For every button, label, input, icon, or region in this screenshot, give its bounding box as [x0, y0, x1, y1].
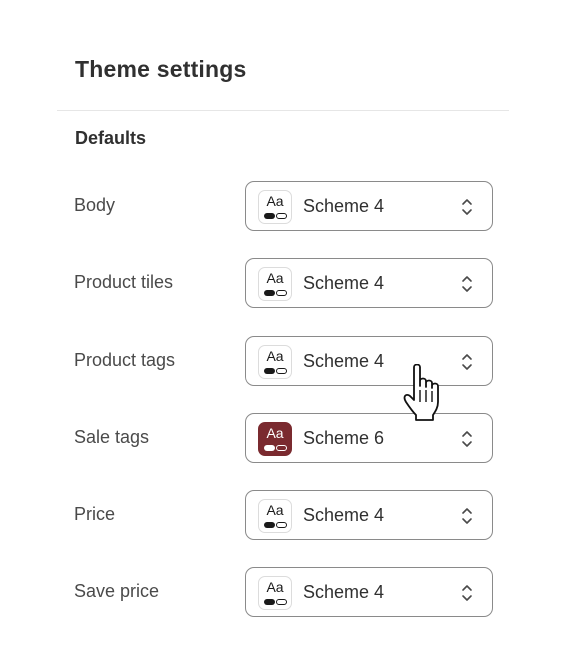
swatch-text: Aa — [266, 270, 284, 286]
swatch-text: Aa — [266, 502, 284, 518]
select-value: Scheme 6 — [303, 428, 385, 448]
select-value: Scheme 4 — [303, 351, 385, 371]
setting-label: Body — [74, 195, 116, 215]
swatch-text: Aa — [266, 579, 284, 595]
setting-row-product-tiles: Product tiles Aa Scheme 4 — [0, 258, 567, 310]
sale-tags-scheme-select[interactable]: Aa Scheme 6 — [245, 413, 493, 463]
product-tiles-scheme-select[interactable]: Aa Scheme 4 — [245, 258, 493, 308]
setting-label: Sale tags — [74, 427, 150, 447]
color-scheme-swatch-icon: Aa — [258, 576, 292, 610]
defaults-section-title: Defaults — [75, 128, 147, 148]
select-value: Scheme 4 — [303, 582, 385, 602]
setting-row-body: Body Aa Scheme 4 — [0, 181, 567, 233]
body-scheme-select[interactable]: Aa Scheme 4 — [245, 181, 493, 231]
chevron-up-down-icon — [462, 585, 472, 601]
setting-label: Price — [74, 504, 116, 524]
setting-label: Save price — [74, 581, 160, 601]
setting-row-price: Price Aa Scheme 4 — [0, 490, 567, 542]
header-divider — [57, 110, 509, 111]
chevron-up-down-icon — [462, 199, 472, 215]
page-title: Theme settings — [75, 56, 247, 82]
setting-row-product-tags: Product tags Aa Scheme 4 — [0, 336, 567, 388]
chevron-up-down-icon — [462, 276, 472, 292]
swatch-text: Aa — [266, 193, 284, 209]
color-scheme-swatch-icon: Aa — [258, 267, 292, 301]
chevron-up-down-icon — [462, 508, 472, 524]
color-scheme-swatch-icon: Aa — [258, 345, 292, 379]
swatch-text: Aa — [266, 425, 284, 441]
color-scheme-swatch-icon: Aa — [258, 499, 292, 533]
select-value: Scheme 4 — [303, 505, 385, 525]
price-scheme-select[interactable]: Aa Scheme 4 — [245, 490, 493, 540]
setting-row-sale-tags: Sale tags Aa Scheme 6 — [0, 413, 567, 465]
select-value: Scheme 4 — [303, 196, 385, 216]
color-scheme-swatch-icon: Aa — [258, 190, 292, 224]
color-scheme-swatch-icon: Aa — [258, 422, 292, 456]
chevron-up-down-icon — [462, 431, 472, 447]
product-tags-scheme-select[interactable]: Aa Scheme 4 — [245, 336, 493, 386]
chevron-up-down-icon — [462, 354, 472, 370]
setting-row-save-price: Save price Aa Scheme 4 — [0, 567, 567, 619]
save-price-scheme-select[interactable]: Aa Scheme 4 — [245, 567, 493, 617]
swatch-text: Aa — [266, 348, 284, 364]
theme-settings-panel: Theme settings Defaults Body Aa Scheme 4… — [0, 0, 567, 671]
select-value: Scheme 4 — [303, 273, 385, 293]
setting-label: Product tags — [74, 350, 176, 370]
setting-label: Product tiles — [74, 272, 174, 292]
